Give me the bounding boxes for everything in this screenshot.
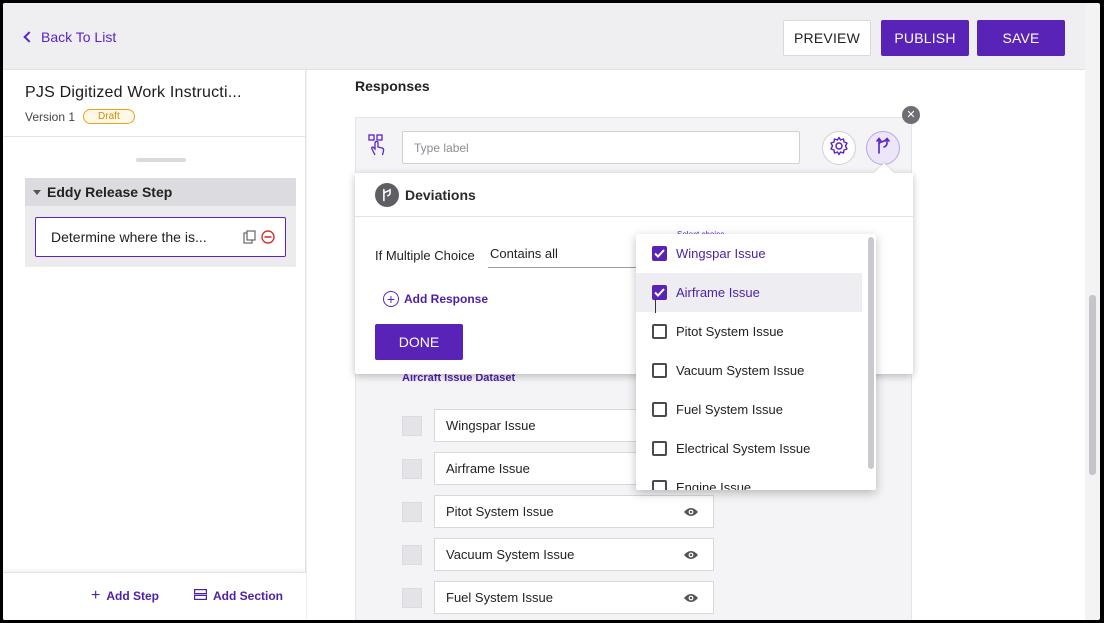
status-badge: Draft <box>83 109 135 124</box>
option-label: Fuel System Issue <box>446 590 553 605</box>
option-field[interactable]: Fuel System Issue <box>434 581 714 614</box>
dropdown-option-label: Pitot System Issue <box>676 324 784 339</box>
option-checkbox[interactable] <box>402 502 422 522</box>
dropdown-option-label: Electrical System Issue <box>676 441 811 456</box>
option-row: Fuel System Issue <box>402 581 714 614</box>
add-response-label: Add Response <box>404 292 489 306</box>
responses-heading: Responses <box>355 78 430 94</box>
option-label: Vacuum System Issue <box>446 547 575 562</box>
dropdown-option-label: Engine Issue <box>676 480 752 490</box>
branch-icon <box>375 182 399 207</box>
version-row: Version 1 Draft <box>25 109 135 124</box>
option-label: Pitot System Issue <box>446 504 554 519</box>
divider <box>3 136 306 137</box>
deviations-title: Deviations <box>405 186 476 203</box>
checkbox-checked-icon[interactable] <box>652 285 667 300</box>
eye-icon[interactable] <box>683 506 699 521</box>
add-step-label: Add Step <box>106 589 160 603</box>
dropdown-option[interactable]: Electrical System Issue <box>636 429 862 468</box>
dropdown-option-label: Fuel System Issue <box>676 402 783 417</box>
option-checkbox[interactable] <box>402 416 422 436</box>
option-row: Pitot System Issue <box>402 495 714 528</box>
dropdown-option[interactable]: Airframe Issue <box>636 273 862 312</box>
copy-icon[interactable] <box>243 230 257 247</box>
section-icon <box>194 589 208 603</box>
section-header[interactable]: Eddy Release Step <box>25 178 296 206</box>
dropdown-option-label: Airframe Issue <box>676 285 760 300</box>
option-checkbox[interactable] <box>402 459 422 479</box>
page-scrollbar[interactable] <box>1089 295 1096 475</box>
top-bar: Back To List PREVIEW PUBLISH SAVE <box>3 3 1085 70</box>
sidebar: PJS Digitized Work Instructi... Version … <box>3 70 306 620</box>
deviation-button[interactable] <box>866 131 900 165</box>
dropdown-option[interactable]: Wingspar Issue <box>636 234 862 273</box>
type-label-input[interactable]: Type label <box>402 131 800 164</box>
dropdown-option[interactable]: Pitot System Issue <box>636 312 862 351</box>
checkbox-icon[interactable] <box>652 363 667 378</box>
document-title: PJS Digitized Work Instructi... <box>25 84 242 101</box>
option-checkbox[interactable] <box>402 588 422 608</box>
back-to-list-label: Back To List <box>41 29 117 45</box>
add-response-button[interactable]: + Add Response <box>383 291 488 307</box>
dropdown-option[interactable]: Fuel System Issue <box>636 390 862 429</box>
settings-button[interactable] <box>822 131 856 165</box>
gear-icon <box>829 136 849 161</box>
add-step-button[interactable]: + Add Step <box>91 587 160 604</box>
plus-icon: + <box>91 587 101 604</box>
app-window: Back To List PREVIEW PUBLISH SAVE PJS Di… <box>3 3 1100 620</box>
preview-button[interactable]: PREVIEW <box>783 20 871 56</box>
save-button[interactable]: SAVE <box>977 20 1065 56</box>
text-cursor <box>655 299 656 313</box>
condition-label: If Multiple Choice <box>375 248 475 263</box>
dropdown-option-label: Wingspar Issue <box>676 246 766 261</box>
checkbox-checked-icon[interactable] <box>652 246 667 261</box>
add-section-button[interactable]: Add Section <box>194 589 283 603</box>
section-title: Eddy Release Step <box>47 184 173 200</box>
option-checkbox[interactable] <box>402 545 422 565</box>
eye-icon[interactable] <box>683 592 699 607</box>
plus-circle-icon: + <box>383 291 399 307</box>
add-section-label: Add Section <box>213 589 284 603</box>
deviations-header: Deviations <box>355 173 913 217</box>
option-row: Vacuum System Issue <box>402 538 714 571</box>
option-field[interactable]: Vacuum System Issue <box>434 538 714 571</box>
branch-icon <box>874 136 892 160</box>
remove-icon[interactable] <box>261 230 275 247</box>
section-eddy-release-step: Eddy Release Step Determine where the is… <box>25 178 296 267</box>
dropdown-option[interactable]: Vacuum System Issue <box>636 351 862 390</box>
back-to-list-link[interactable]: Back To List <box>23 29 117 45</box>
step-label: Determine where the is... <box>51 229 207 245</box>
checkbox-icon[interactable] <box>652 324 667 339</box>
tap-icon <box>368 134 386 161</box>
drag-handle[interactable] <box>136 158 186 162</box>
option-field[interactable]: Pitot System Issue <box>434 495 714 528</box>
condition-select[interactable]: Contains all <box>488 246 638 268</box>
checkbox-icon[interactable] <box>652 441 667 456</box>
done-button[interactable]: DONE <box>375 324 463 360</box>
close-icon[interactable]: ✕ <box>902 106 920 124</box>
sidebar-footer: + Add Step Add Section <box>3 572 306 620</box>
chevron-left-icon <box>23 31 35 43</box>
dropdown-option-label: Vacuum System Issue <box>676 363 805 378</box>
checkbox-icon[interactable] <box>652 402 667 417</box>
option-label: Wingspar Issue <box>446 418 536 433</box>
eye-icon[interactable] <box>683 549 699 564</box>
checkbox-icon[interactable] <box>652 480 667 490</box>
dropdown-scrollbar[interactable] <box>868 237 874 469</box>
version-label: Version 1 <box>25 109 76 124</box>
caret-down-icon[interactable] <box>33 189 41 195</box>
step-item[interactable]: Determine where the is... <box>35 217 286 257</box>
dropdown-option[interactable]: Engine Issue <box>636 468 862 490</box>
choice-dropdown: Wingspar Issue Airframe Issue Pitot Syst… <box>636 234 876 490</box>
publish-button[interactable]: PUBLISH <box>881 20 969 56</box>
option-label: Airframe Issue <box>446 461 530 476</box>
